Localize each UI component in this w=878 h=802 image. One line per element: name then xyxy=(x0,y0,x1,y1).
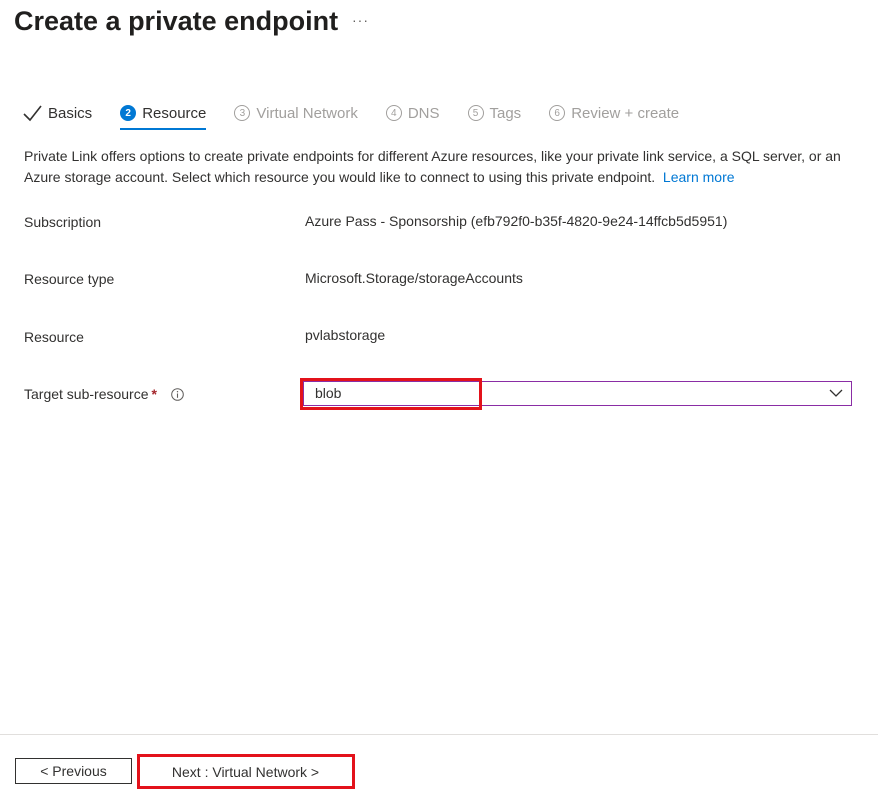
target-sub-resource-label: Target sub-resource * xyxy=(24,386,184,402)
page-title: Create a private endpoint xyxy=(14,6,339,36)
more-options-button[interactable]: ··· xyxy=(352,12,369,28)
step-number: 3 xyxy=(234,105,251,121)
tab-tags[interactable]: 5 Tags xyxy=(467,100,522,126)
subscription-label: Subscription xyxy=(24,214,102,230)
resource-label: Resource xyxy=(24,329,84,345)
tab-label: Review + create xyxy=(571,104,680,122)
required-marker: * xyxy=(151,386,157,402)
tab-dns[interactable]: 4 DNS xyxy=(385,100,440,126)
target-sub-resource-dropdown[interactable]: blob xyxy=(303,381,852,406)
tab-label: DNS xyxy=(407,104,440,122)
subscription-value: Azure Pass - Sponsorship (efb792f0-b35f-… xyxy=(305,213,728,229)
page: Create a private endpoint ··· Basics 2 R… xyxy=(0,0,878,802)
step-number: 5 xyxy=(467,105,484,121)
info-icon[interactable] xyxy=(171,388,184,401)
resource-type-label: Resource type xyxy=(24,271,115,287)
target-sub-resource-value: blob xyxy=(315,385,342,401)
chevron-down-icon xyxy=(829,389,843,397)
check-icon xyxy=(23,105,42,122)
previous-button[interactable]: < Previous xyxy=(15,758,132,784)
tab-label: Resource xyxy=(142,104,207,122)
description: Private Link offers options to create pr… xyxy=(24,146,864,188)
tab-virtual-network[interactable]: 3 Virtual Network xyxy=(234,100,358,126)
footer-divider xyxy=(0,734,878,735)
resource-value: pvlabstorage xyxy=(305,327,386,343)
tab-label: Basics xyxy=(48,104,93,122)
next-virtual-network-button[interactable]: Next : Virtual Network > xyxy=(141,759,350,785)
more-horizontal-icon: ··· xyxy=(352,12,369,28)
step-number: 4 xyxy=(385,105,402,121)
step-number: 2 xyxy=(120,105,137,121)
learn-more-link[interactable]: Learn more xyxy=(663,169,735,185)
resource-type-value: Microsoft.Storage/storageAccounts xyxy=(305,270,523,286)
tab-basics[interactable]: Basics xyxy=(22,100,92,126)
tab-label: Virtual Network xyxy=(256,104,358,122)
tab-label: Tags xyxy=(489,104,522,122)
wizard-tabs: Basics 2 Resource 3 Virtual Network 4 DN… xyxy=(22,100,707,130)
tab-resource[interactable]: 2 Resource xyxy=(120,100,207,130)
target-sub-resource-label-text: Target sub-resource xyxy=(24,386,149,402)
step-number: 6 xyxy=(549,105,566,121)
tab-review-create[interactable]: 6 Review + create xyxy=(549,100,679,126)
